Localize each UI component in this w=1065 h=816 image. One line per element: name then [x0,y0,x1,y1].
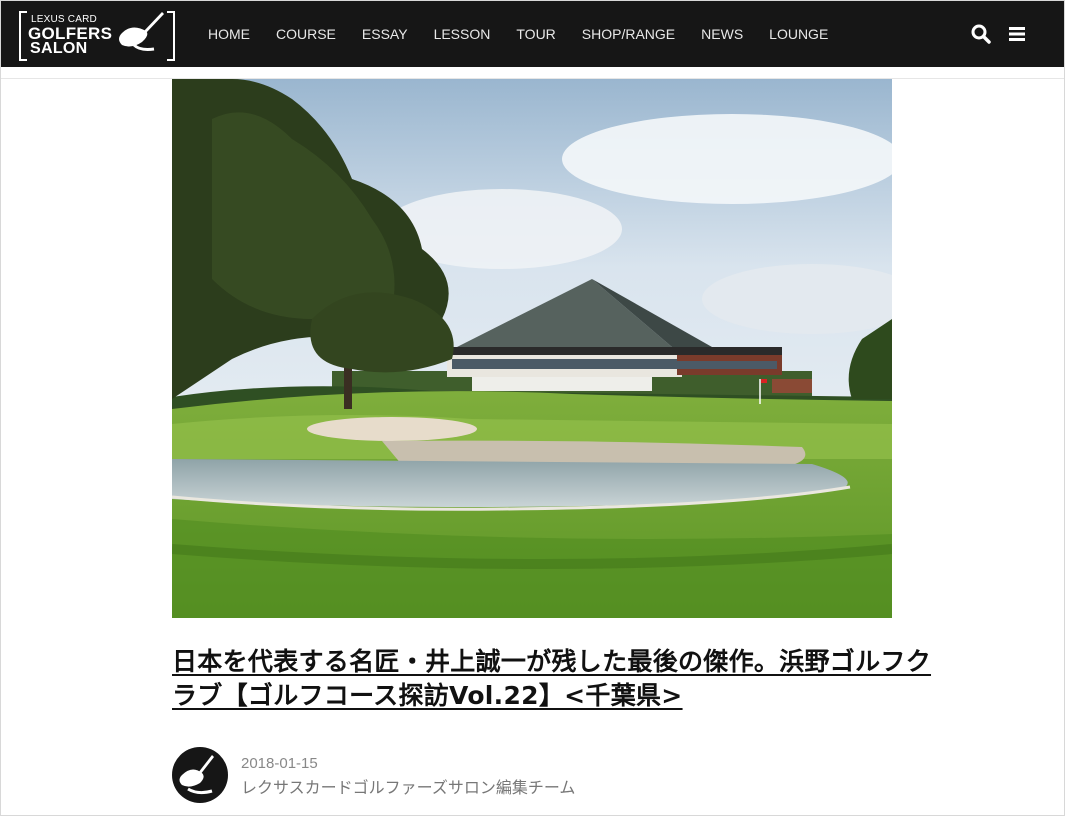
author-avatar[interactable] [172,747,228,803]
article-author[interactable]: レクサスカードゴルファーズサロン編集チーム [241,774,575,798]
golf-club-icon [119,12,164,51]
menu-item-shop-range[interactable]: SHOP/RANGE [582,26,675,42]
menu-item-lounge[interactable]: LOUNGE [769,26,828,42]
search-icon[interactable] [971,24,991,44]
article-title[interactable]: 日本を代表する名匠・井上誠一が残した最後の傑作。浜野ゴルフクラブ【ゴルフコース探… [172,645,932,713]
menu-item-tour[interactable]: TOUR [516,26,555,42]
hamburger-menu-icon[interactable] [1007,24,1027,44]
menu-item-course[interactable]: COURSE [276,26,336,42]
article-date: 2018-01-15 [241,755,318,772]
menu-item-home[interactable]: HOME [208,26,250,42]
top-navigation-bar: LEXUS CARD GOLFERS SALON HOME COURSE ESS… [1,1,1064,67]
header-divider [1,67,1064,79]
menu-item-essay[interactable]: ESSAY [362,26,408,42]
golf-club-icon [179,755,214,795]
logo-text-salon: SALON [30,40,88,57]
menu-item-lesson[interactable]: LESSON [434,26,491,42]
main-menu: HOME COURSE ESSAY LESSON TOUR SHOP/RANGE… [208,1,854,67]
menu-item-news[interactable]: NEWS [701,26,743,42]
site-logo[interactable]: LEXUS CARD GOLFERS SALON [19,11,175,61]
hero-image[interactable] [172,79,892,618]
